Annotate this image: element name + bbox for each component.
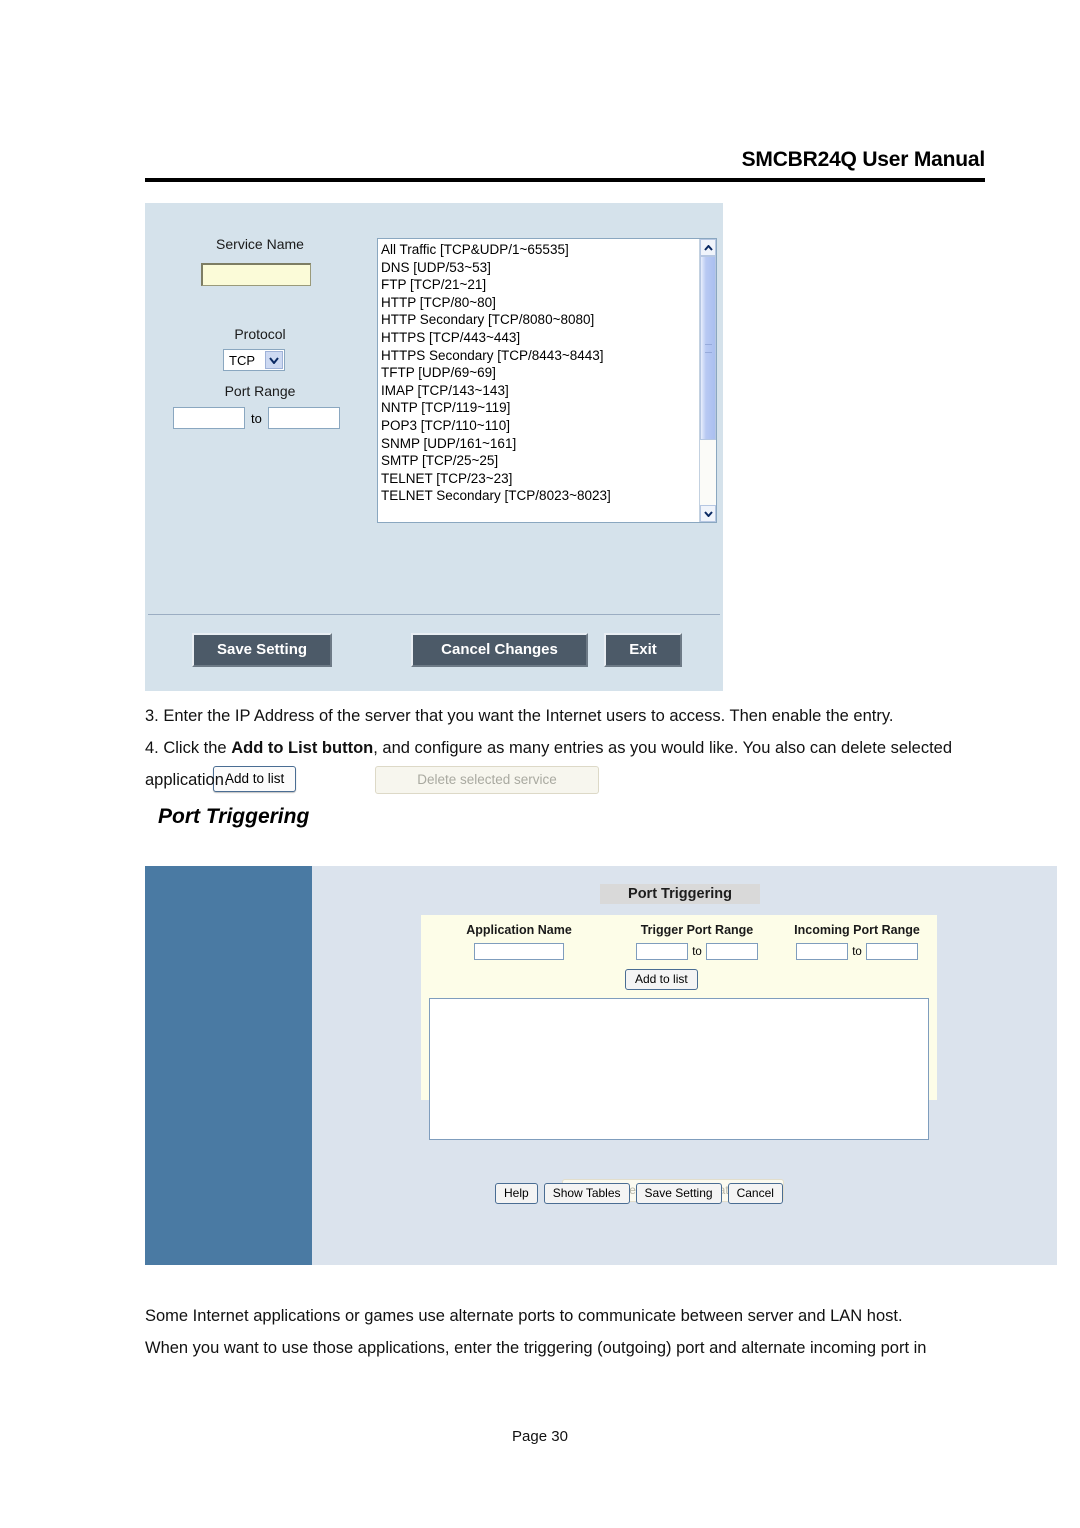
list-item[interactable]: POP3 [TCP/110~110] [381, 417, 699, 435]
application-name-cell [421, 943, 617, 960]
save-setting-button-triggering[interactable]: Save Setting [635, 1183, 722, 1204]
show-tables-button[interactable]: Show Tables [543, 1183, 630, 1204]
list-item[interactable]: SMTP [TCP/25~25] [381, 452, 699, 470]
section-heading-port-triggering: Port Triggering [158, 805, 310, 828]
closing-line-2: When you want to use those applications,… [145, 1339, 927, 1357]
service-name-input[interactable] [201, 263, 311, 286]
incoming-port-start-input[interactable] [796, 943, 849, 960]
list-item[interactable]: IMAP [TCP/143~143] [381, 382, 699, 400]
port-forwarding-panel: Service Name Protocol TCP Port Range to … [145, 203, 723, 794]
cancel-changes-button[interactable]: Cancel Changes [411, 633, 588, 667]
protocol-select[interactable]: TCP [223, 349, 285, 371]
add-to-list-button-triggering[interactable]: Add to list [625, 969, 698, 990]
port-range-row: to [173, 407, 353, 429]
service-listbox-scrollbar[interactable] [699, 239, 716, 522]
port-triggering-form: Application Name Trigger Port Range Inco… [421, 915, 937, 1202]
exit-button[interactable]: Exit [604, 633, 682, 667]
application-name-input[interactable] [474, 943, 564, 960]
list-item[interactable]: FTP [TCP/21~21] [381, 276, 699, 294]
cancel-button[interactable]: Cancel [727, 1183, 783, 1204]
scrollbar-track[interactable] [700, 256, 716, 505]
chevron-down-icon[interactable] [265, 351, 283, 369]
step-4-bold: Add to List button [231, 739, 374, 757]
list-item[interactable]: SNMP [UDP/161~161] [381, 435, 699, 453]
scroll-down-icon[interactable] [700, 505, 716, 522]
closing-line-1: Some Internet applications or games use … [145, 1307, 903, 1325]
trigger-port-range-label: Trigger Port Range [640, 923, 754, 937]
panel-divider [148, 614, 720, 615]
service-name-label: Service Name [216, 236, 304, 252]
port-range-end-input[interactable] [267, 407, 340, 429]
list-item[interactable]: All Traffic [TCP&UDP/1~65535] [381, 241, 699, 259]
port-triggering-footer-buttons: Help Show Tables Save Setting Cancel [495, 1183, 789, 1204]
page-number: Page 30 [512, 1428, 568, 1445]
scrollbar-thumb[interactable] [700, 256, 716, 441]
list-item[interactable]: NNTP [TCP/119~119] [381, 399, 699, 417]
trigger-port-end-input[interactable] [705, 943, 758, 960]
list-item[interactable]: TELNET [TCP/23~23] [381, 470, 699, 488]
port-range-start-input[interactable] [173, 407, 245, 429]
application-name-label: Application Name [466, 923, 572, 937]
panel-sidebar [145, 866, 312, 1265]
incoming-port-range-label: Incoming Port Range [794, 923, 920, 937]
list-item[interactable]: HTTP [TCP/80~80] [381, 294, 699, 312]
protocol-label: Protocol [234, 326, 286, 342]
protocol-selected-value: TCP [229, 352, 255, 368]
scrollbar-grip [704, 343, 712, 353]
port-range-to-label: to [251, 410, 262, 426]
trigger-port-start-input[interactable] [636, 943, 689, 960]
service-listbox-items: All Traffic [TCP&UDP/1~65535] DNS [UDP/53… [378, 239, 699, 522]
save-setting-button[interactable]: Save Setting [192, 633, 332, 667]
step-4-text: 4. Click the Add to List button, and con… [145, 732, 990, 796]
document-header: SMCBR24Q User Manual [145, 148, 986, 172]
incoming-port-end-input[interactable] [865, 943, 918, 960]
list-item[interactable]: HTTPS Secondary [TCP/8443~8443] [381, 347, 699, 365]
form-input-row: to to [421, 943, 937, 960]
incoming-port-cell: to [777, 943, 937, 960]
trigger-port-cell: to [617, 943, 777, 960]
list-item[interactable]: HTTP Secondary [TCP/8080~8080] [381, 311, 699, 329]
list-item[interactable]: HTTPS [TCP/443~443] [381, 329, 699, 347]
application-listbox[interactable] [429, 998, 929, 1140]
form-header-row: Application Name Trigger Port Range Inco… [421, 923, 937, 937]
header-divider [145, 178, 985, 182]
step-3-text: 3. Enter the IP Address of the server th… [145, 707, 894, 725]
service-listbox[interactable]: All Traffic [TCP&UDP/1~65535] DNS [UDP/53… [377, 238, 717, 523]
list-item[interactable]: DNS [UDP/53~53] [381, 259, 699, 277]
port-triggering-title: Port Triggering [600, 884, 760, 904]
trigger-port-to-label: to [692, 945, 702, 958]
scroll-up-icon[interactable] [700, 239, 716, 256]
list-item[interactable]: TELNET Secondary [TCP/8023~8023] [381, 487, 699, 505]
help-button[interactable]: Help [495, 1183, 538, 1204]
list-item[interactable]: TFTP [UDP/69~69] [381, 364, 699, 382]
step-4-prefix: 4. Click the [145, 739, 232, 757]
incoming-port-to-label: to [852, 945, 862, 958]
port-range-label: Port Range [224, 383, 296, 399]
manual-title: SMCBR24Q User Manual [741, 148, 986, 171]
port-triggering-panel: Port Triggering Application Name Trigger… [145, 866, 1057, 1265]
